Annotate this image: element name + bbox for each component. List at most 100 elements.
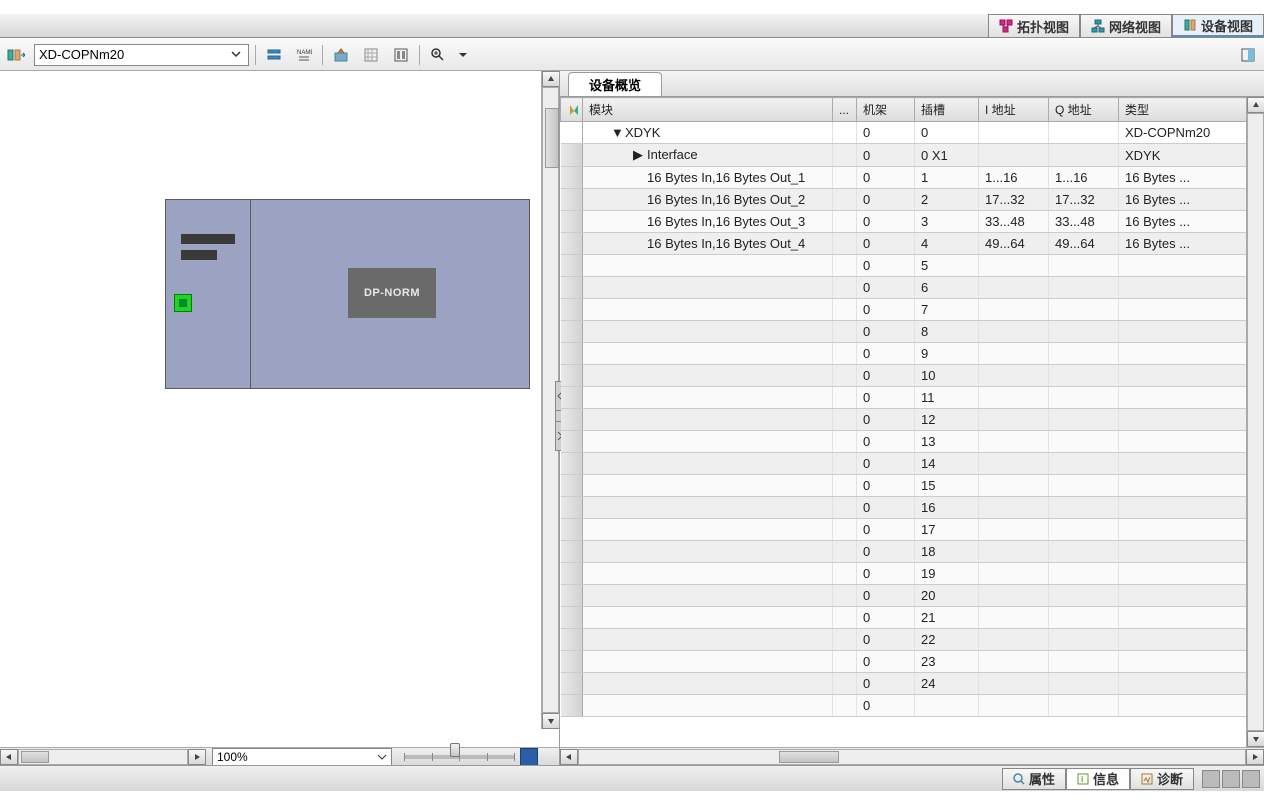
info-tab[interactable]: i 信息 — [1066, 768, 1130, 790]
cell-i-addr[interactable] — [979, 673, 1049, 695]
cell-type[interactable] — [1119, 607, 1264, 629]
row-handle[interactable] — [561, 541, 583, 563]
cell-rack[interactable]: 0 — [857, 122, 915, 144]
cell-i-addr[interactable] — [979, 607, 1049, 629]
topology-view-tab[interactable]: 拓扑视图 — [988, 14, 1080, 37]
cell-rack[interactable]: 0 — [857, 673, 915, 695]
cell-i-addr[interactable] — [979, 563, 1049, 585]
cell-type[interactable]: 16 Bytes ... — [1119, 233, 1264, 255]
cell-type[interactable] — [1119, 255, 1264, 277]
row-handle[interactable] — [561, 585, 583, 607]
row-handle[interactable] — [561, 255, 583, 277]
cell-module[interactable] — [583, 585, 833, 607]
cell-rack[interactable]: 0 — [857, 431, 915, 453]
cell-slot[interactable]: 21 — [915, 607, 979, 629]
cell-dots[interactable] — [833, 431, 857, 453]
cell-i-addr[interactable] — [979, 387, 1049, 409]
tb-btn-right[interactable] — [1236, 43, 1260, 67]
cell-type[interactable] — [1119, 299, 1264, 321]
minimize-panel-button[interactable] — [1202, 770, 1220, 788]
tree-toggle-icon[interactable]: ▶ — [633, 147, 643, 163]
cell-module[interactable] — [583, 673, 833, 695]
row-handle[interactable] — [561, 431, 583, 453]
cell-type[interactable] — [1119, 343, 1264, 365]
table-row[interactable]: 019 — [561, 563, 1264, 585]
cell-module[interactable] — [583, 299, 833, 321]
cell-i-addr[interactable] — [979, 695, 1049, 717]
cell-q-addr[interactable] — [1049, 673, 1119, 695]
cell-q-addr[interactable] — [1049, 475, 1119, 497]
cell-q-addr[interactable] — [1049, 563, 1119, 585]
cell-q-addr[interactable] — [1049, 431, 1119, 453]
table-row[interactable]: 16 Bytes In,16 Bytes Out_20217...3217...… — [561, 189, 1264, 211]
properties-tab[interactable]: 属性 — [1002, 768, 1066, 790]
cell-i-addr[interactable]: 49...64 — [979, 233, 1049, 255]
cell-dots[interactable] — [833, 475, 857, 497]
cell-module[interactable] — [583, 255, 833, 277]
cell-slot[interactable]: 15 — [915, 475, 979, 497]
cell-dots[interactable] — [833, 519, 857, 541]
table-row[interactable]: ▶Interface00 X1XDYK — [561, 144, 1264, 167]
cell-i-addr[interactable] — [979, 541, 1049, 563]
cell-module[interactable] — [583, 497, 833, 519]
cell-slot[interactable]: 12 — [915, 409, 979, 431]
col-q-addr[interactable]: Q 地址 — [1049, 98, 1119, 122]
cell-slot[interactable]: 2 — [915, 189, 979, 211]
cell-type[interactable] — [1119, 585, 1264, 607]
col-type[interactable]: 类型 — [1119, 98, 1264, 122]
cell-q-addr[interactable] — [1049, 122, 1119, 144]
cell-i-addr[interactable] — [979, 321, 1049, 343]
cell-rack[interactable]: 0 — [857, 629, 915, 651]
cell-i-addr[interactable] — [979, 453, 1049, 475]
cell-q-addr[interactable]: 49...64 — [1049, 233, 1119, 255]
cell-rack[interactable]: 0 — [857, 453, 915, 475]
zoom-slider-thumb[interactable] — [450, 743, 460, 757]
table-row[interactable]: 09 — [561, 343, 1264, 365]
row-handle[interactable] — [561, 211, 583, 233]
cell-slot[interactable]: 10 — [915, 365, 979, 387]
cell-rack[interactable]: 0 — [857, 585, 915, 607]
table-row[interactable]: 05 — [561, 255, 1264, 277]
row-handle[interactable] — [561, 167, 583, 189]
row-handle[interactable] — [561, 651, 583, 673]
cell-module[interactable] — [583, 453, 833, 475]
cell-q-addr[interactable] — [1049, 365, 1119, 387]
cell-module[interactable]: 16 Bytes In,16 Bytes Out_1 — [583, 167, 833, 189]
cell-slot[interactable]: 13 — [915, 431, 979, 453]
device-overview-tab[interactable]: 设备概览 — [568, 72, 662, 96]
cell-dots[interactable] — [833, 541, 857, 563]
cell-module[interactable] — [583, 431, 833, 453]
cell-slot[interactable]: 14 — [915, 453, 979, 475]
row-handle[interactable] — [561, 277, 583, 299]
cell-type[interactable] — [1119, 409, 1264, 431]
table-row[interactable]: 017 — [561, 519, 1264, 541]
cell-type[interactable] — [1119, 453, 1264, 475]
cell-rack[interactable]: 0 — [857, 563, 915, 585]
row-handle[interactable] — [561, 629, 583, 651]
cell-slot[interactable]: 17 — [915, 519, 979, 541]
fit-to-window-button[interactable] — [520, 748, 538, 766]
col-module[interactable]: 模块 — [583, 98, 833, 122]
row-handle[interactable] — [561, 299, 583, 321]
row-handle[interactable] — [561, 607, 583, 629]
cell-type[interactable]: XD-COPNm20 — [1119, 122, 1264, 144]
cell-i-addr[interactable]: 33...48 — [979, 211, 1049, 233]
cell-q-addr[interactable] — [1049, 607, 1119, 629]
row-handle[interactable] — [561, 233, 583, 255]
device-canvas[interactable]: DP-NORM — [0, 71, 559, 747]
cell-q-addr[interactable] — [1049, 343, 1119, 365]
cell-slot[interactable]: 20 — [915, 585, 979, 607]
cell-dots[interactable] — [833, 189, 857, 211]
zoom-button[interactable] — [426, 43, 450, 67]
table-row[interactable]: 015 — [561, 475, 1264, 497]
table-row[interactable]: 024 — [561, 673, 1264, 695]
cell-slot[interactable]: 3 — [915, 211, 979, 233]
network-view-tab[interactable]: 网络视图 — [1080, 14, 1172, 37]
cell-slot[interactable]: 18 — [915, 541, 979, 563]
cell-rack[interactable]: 0 — [857, 189, 915, 211]
cell-module[interactable] — [583, 343, 833, 365]
device-selector[interactable]: XD-COPNm20 — [34, 44, 249, 66]
cell-slot[interactable]: 22 — [915, 629, 979, 651]
cell-q-addr[interactable] — [1049, 651, 1119, 673]
cell-slot[interactable] — [915, 695, 979, 717]
